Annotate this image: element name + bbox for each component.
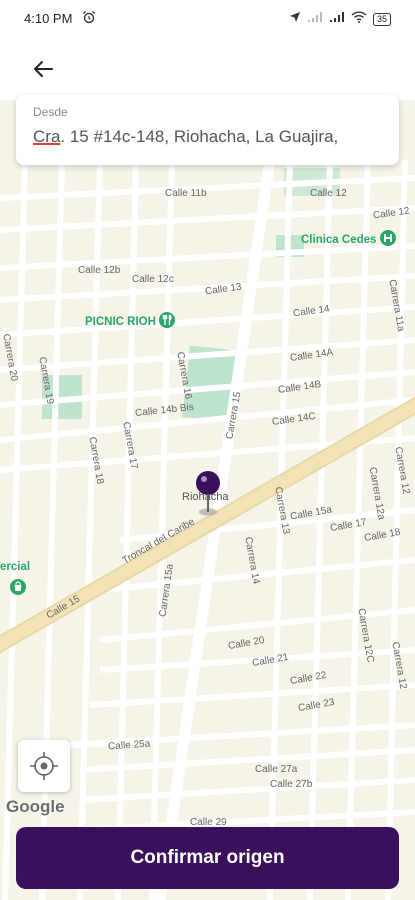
origin-address-first: Cra — [33, 127, 61, 146]
pin-label: Riohacha — [182, 491, 229, 503]
google-logo: Google — [6, 797, 65, 816]
origin-address-field[interactable]: Cra. 15 #14c-148, Riohacha, La Guajira, — [33, 127, 393, 147]
street-label: Calle 11b — [165, 188, 207, 199]
my-location-button[interactable] — [18, 740, 70, 792]
poi-label: ercial — [0, 561, 31, 573]
origin-address-rest: . 15 #14c-148, Riohacha, La Guajira, — [60, 127, 339, 146]
location-arrow-icon — [289, 10, 301, 28]
poi-label: Clinica Cedes — [301, 234, 377, 246]
crosshair-icon — [30, 752, 58, 780]
battery-icon: 35 — [372, 12, 391, 26]
street-label: Calle 27b — [270, 779, 313, 790]
street-label: Calle 12 — [310, 188, 347, 199]
status-icons: 35 — [289, 10, 391, 28]
poi-clinica-cedes[interactable]: Clinica Cedes — [301, 230, 396, 246]
origin-search-card[interactable]: Desde Cra. 15 #14c-148, Riohacha, La Gua… — [16, 95, 399, 165]
status-bar: 4:10 PM 35 — [0, 0, 415, 38]
alarm-icon — [82, 10, 96, 29]
hospital-icon — [379, 230, 396, 246]
poi-comercial[interactable]: ercial — [0, 561, 31, 595]
signal-icon-2 — [329, 10, 345, 28]
poi-label: PICNIC RIOH — [85, 316, 156, 328]
street-label: Calle 12c — [132, 274, 174, 285]
status-time: 4:10 PM — [24, 11, 73, 26]
restaurant-icon — [159, 312, 176, 328]
poi-picnic[interactable]: PICNIC RIOH — [85, 312, 176, 328]
street-label: Calle 12b — [78, 265, 121, 276]
origin-label: Desde — [33, 105, 68, 119]
shopping-icon — [10, 579, 26, 595]
back-arrow-icon[interactable] — [28, 54, 58, 84]
wifi-icon — [351, 10, 367, 28]
street-label: Calle 27a — [255, 764, 298, 775]
signal-icon — [307, 10, 323, 28]
header — [0, 38, 415, 100]
confirm-origin-button[interactable]: Confirmar origen — [16, 827, 399, 889]
